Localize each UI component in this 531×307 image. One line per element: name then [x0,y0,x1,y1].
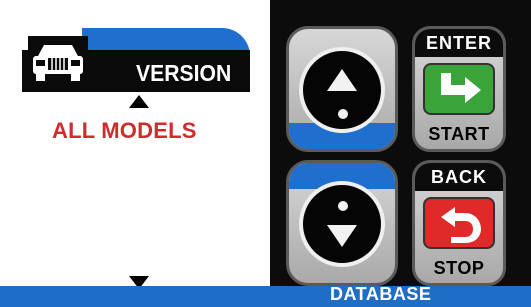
car-front-icon [28,36,88,86]
footer-bar [0,286,531,307]
enter-arrow-icon [423,63,495,115]
down-button[interactable] [286,160,398,286]
enter-button[interactable]: ENTER START [412,26,506,152]
selected-option: ALL MODELS [52,118,197,143]
up-button[interactable] [286,26,398,152]
enter-label: ENTER [415,29,503,57]
database-label: DATABASE [330,284,432,304]
back-button[interactable]: BACK STOP [412,160,506,286]
version-label: VERSION [136,60,232,86]
up-arrow-icon [299,47,385,133]
version-header: VERSION [22,28,250,92]
keypad: ENTER START BACK STOP [270,0,531,286]
scroll-up-indicator-icon [129,95,149,108]
back-u-turn-icon [423,197,495,249]
lcd-screen: VERSION ALL MODELS [0,0,270,292]
start-label: START [428,124,490,144]
down-arrow-icon [299,181,385,267]
back-label: BACK [415,163,503,191]
stop-label: STOP [433,258,485,278]
